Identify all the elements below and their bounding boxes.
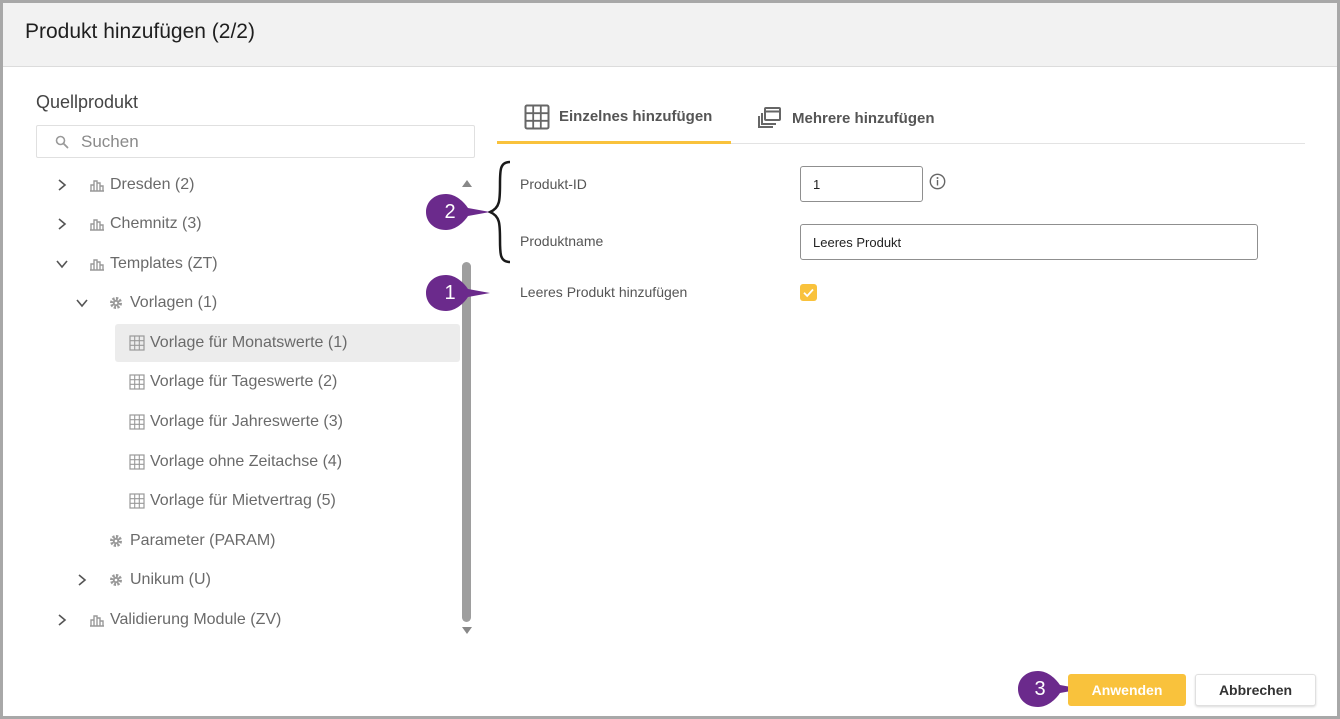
mode-tabs: Einzelnes hinzufügen Mehrere hinzufügen xyxy=(497,92,1305,144)
tab-mehrere[interactable]: Mehrere hinzufügen xyxy=(757,92,977,144)
grid-icon xyxy=(129,374,145,390)
cancel-button[interactable]: Abbrechen xyxy=(1195,674,1316,706)
tree-item-label: Vorlage für Tageswerte (2) xyxy=(150,373,338,390)
search-box[interactable] xyxy=(36,125,475,158)
chevron-down-icon[interactable] xyxy=(75,296,89,310)
building-icon xyxy=(90,219,104,231)
empty-product-checkbox[interactable] xyxy=(800,284,817,301)
grid-icon xyxy=(129,335,145,351)
chevron-right-icon[interactable] xyxy=(55,178,69,192)
product-name-label: Produktname xyxy=(520,233,604,249)
tree-item-dresden[interactable]: Dresden (2) xyxy=(50,166,460,204)
building-icon xyxy=(90,180,104,192)
tree-item-templates[interactable]: Templates (ZT) xyxy=(50,245,460,283)
tree-item-vorlage-tageswerte[interactable]: Vorlage für Tageswerte (2) xyxy=(115,363,460,401)
callout-2: 2 xyxy=(424,192,490,232)
empty-product-label: Leeres Produkt hinzufügen xyxy=(520,284,688,300)
tree-item-unikum[interactable]: Unikum (U) xyxy=(70,561,460,599)
gear-icon xyxy=(110,574,122,586)
tree-item-label: Dresden (2) xyxy=(110,176,195,193)
check-icon xyxy=(803,288,814,298)
tree-item-label: Unikum (U) xyxy=(130,571,211,588)
tree-item-chemnitz[interactable]: Chemnitz (3) xyxy=(50,205,460,243)
tree-item-label: Validierung Module (ZV) xyxy=(110,611,282,628)
tab-label: Einzelnes hinzufügen xyxy=(559,108,713,125)
tree-item-label: Vorlage für Monatswerte (1) xyxy=(150,334,348,351)
chevron-right-icon[interactable] xyxy=(55,613,69,627)
stacked-windows-icon xyxy=(758,107,781,128)
tree-item-vorlage-mietvertrag[interactable]: Vorlage für Mietvertrag (5) xyxy=(115,482,460,520)
tree-item-vorlage-jahreswerte[interactable]: Vorlage für Jahreswerte (3) xyxy=(115,403,460,441)
callout-1: 1 xyxy=(424,273,490,313)
scroll-up-arrow[interactable] xyxy=(461,178,473,188)
callout-number: 3 xyxy=(1034,678,1046,700)
grid-icon xyxy=(129,454,145,470)
tree-item-parameter[interactable]: Parameter (PARAM) xyxy=(70,522,460,560)
tree-item-validierung[interactable]: Validierung Module (ZV) xyxy=(50,601,460,639)
dialog-title: Produkt hinzufügen (2/2) xyxy=(25,20,255,43)
product-id-field[interactable]: 1 xyxy=(800,166,923,202)
tree-item-vorlagen[interactable]: Vorlagen (1) xyxy=(70,284,460,322)
scroll-down-arrow[interactable] xyxy=(461,626,473,636)
tree-item-label: Parameter (PARAM) xyxy=(130,532,276,549)
callout-number: 1 xyxy=(444,282,456,304)
callout-number: 2 xyxy=(444,201,456,223)
info-icon[interactable] xyxy=(929,173,946,190)
chevron-down-icon[interactable] xyxy=(55,257,69,271)
tree-item-label: Vorlage für Mietvertrag (5) xyxy=(150,492,336,509)
search-icon xyxy=(55,135,69,149)
tree-item-vorlage-ohne-zeitachse[interactable]: Vorlage ohne Zeitachse (4) xyxy=(115,443,460,481)
chevron-right-icon[interactable] xyxy=(75,573,89,587)
grid-icon xyxy=(524,104,550,129)
product-name-field[interactable]: Leeres Produkt xyxy=(800,224,1258,260)
gear-icon xyxy=(110,297,122,309)
grid-icon xyxy=(129,414,145,430)
tree-scrollbar[interactable] xyxy=(462,262,471,622)
tree-item-label: Templates (ZT) xyxy=(110,255,218,272)
product-id-label: Produkt-ID xyxy=(520,176,587,192)
callout-3: 3 xyxy=(1016,669,1082,709)
dialog-header: Produkt hinzufügen (2/2) xyxy=(3,3,1337,67)
tree-item-label: Chemnitz (3) xyxy=(110,215,202,232)
building-icon xyxy=(90,615,104,627)
grid-icon xyxy=(129,493,145,509)
building-icon xyxy=(90,259,104,271)
tree-item-label: Vorlagen (1) xyxy=(130,294,218,311)
source-product-label: Quellprodukt xyxy=(36,92,139,112)
tab-label: Mehrere hinzufügen xyxy=(792,109,935,127)
tree-item-label: Vorlage ohne Zeitachse (4) xyxy=(150,453,343,470)
gear-icon xyxy=(110,535,122,547)
tree-item-label: Vorlage für Jahreswerte (3) xyxy=(150,413,343,430)
apply-button[interactable]: Anwenden xyxy=(1068,674,1186,706)
search-input[interactable] xyxy=(81,132,461,152)
tree-item-vorlage-monatswerte[interactable]: Vorlage für Monatswerte (1) xyxy=(115,324,460,362)
tab-einzelnes[interactable]: Einzelnes hinzufügen xyxy=(497,92,731,144)
chevron-right-icon[interactable] xyxy=(55,217,69,231)
